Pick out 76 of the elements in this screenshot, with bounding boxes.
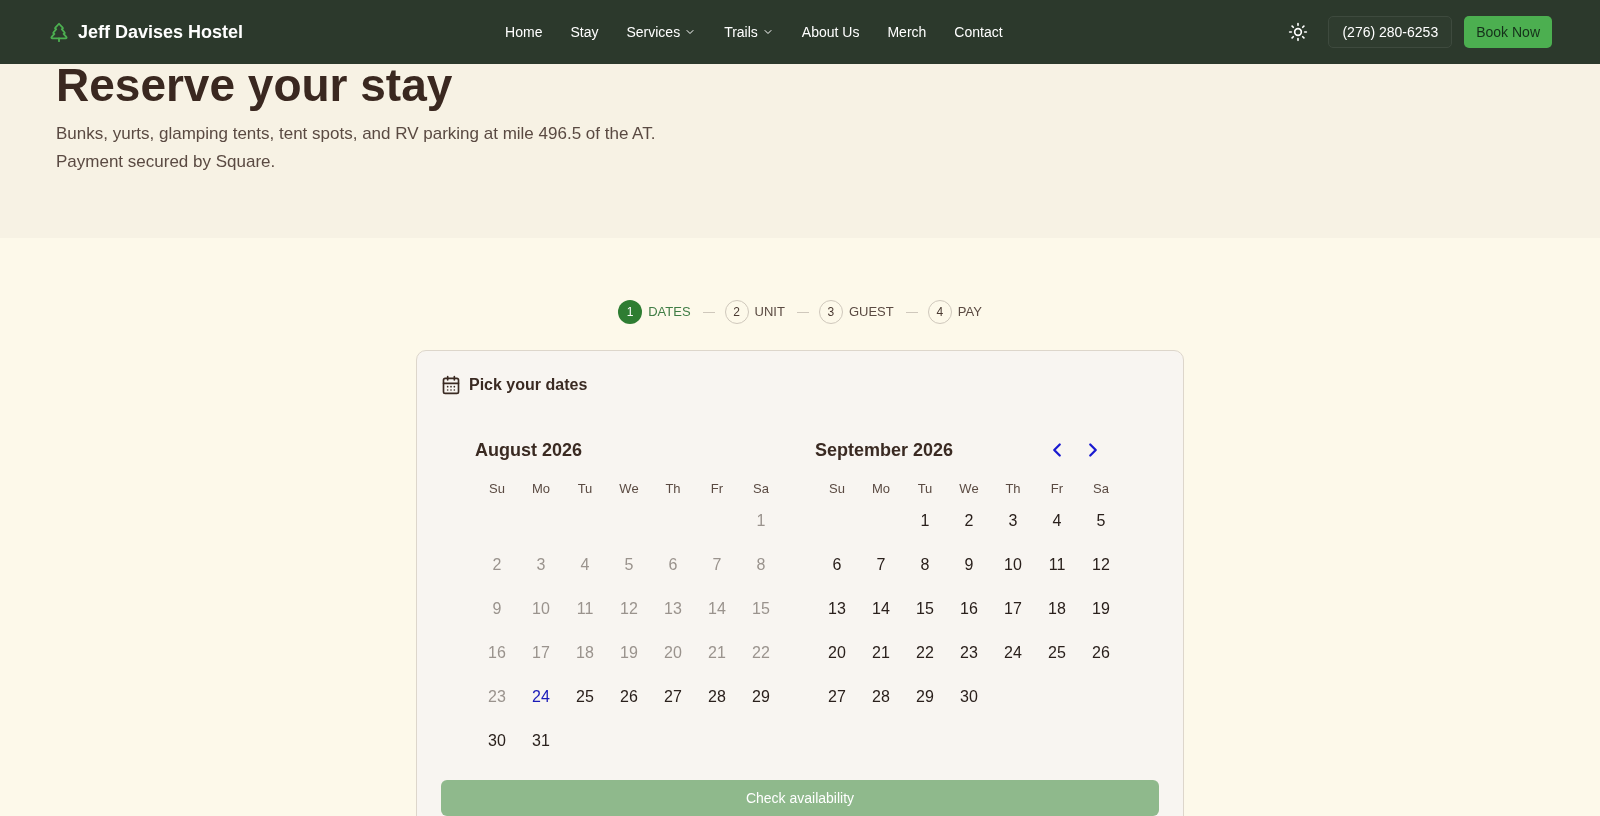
- book-now-button[interactable]: Book Now: [1464, 16, 1552, 48]
- calendar-day[interactable]: 1: [909, 505, 941, 537]
- calendar-day[interactable]: 26: [1085, 637, 1117, 669]
- calendar-day[interactable]: 5: [1085, 505, 1117, 537]
- calendar-day[interactable]: 30: [481, 725, 513, 757]
- calendar-day[interactable]: 26: [613, 681, 645, 713]
- calendar-day[interactable]: 13: [821, 593, 853, 625]
- weekday-label: Fr: [1049, 480, 1065, 498]
- calendar-day[interactable]: 24: [997, 637, 1029, 669]
- calendar-day[interactable]: 16: [953, 593, 985, 625]
- month-title: August 2026: [475, 438, 583, 462]
- weekday-label: Su: [488, 480, 506, 498]
- calendar-day[interactable]: 2: [953, 505, 985, 537]
- calendar-day[interactable]: 11: [1041, 549, 1073, 581]
- nav-link[interactable]: Home: [505, 21, 543, 43]
- calendar-day[interactable]: 3: [997, 505, 1029, 537]
- weekday-label: Th: [1004, 480, 1022, 498]
- brand-name[interactable]: Jeff Davises Hostel: [78, 18, 244, 46]
- month-title: September 2026: [815, 438, 954, 462]
- hero-subtitle: Bunks, yurts, glamping tents, tent spots, and RV parking at mile 496.5 of the AT.: [56, 123, 657, 145]
- step-label: DATES: [648, 303, 691, 322]
- calendar-day[interactable]: 24: [525, 681, 557, 713]
- calendar-day[interactable]: 21: [865, 637, 897, 669]
- step-label: UNIT: [754, 303, 785, 322]
- calendar-day[interactable]: 15: [909, 593, 941, 625]
- calendar-day[interactable]: 4: [1041, 505, 1073, 537]
- calendar-day[interactable]: 20: [821, 637, 853, 669]
- nav-link[interactable]: Stay: [570, 21, 599, 43]
- nav-link[interactable]: About Us: [801, 21, 860, 43]
- step-number: 1: [618, 300, 643, 324]
- card-title: Pick your dates: [469, 375, 588, 395]
- calendar-day[interactable]: 27: [657, 681, 689, 713]
- hero-subtitle: Payment secured by Square.: [56, 151, 277, 173]
- theme-toggle-icon[interactable]: [1288, 22, 1309, 42]
- calendar-day[interactable]: 19: [1085, 593, 1117, 625]
- calendar-day[interactable]: 9: [953, 549, 985, 581]
- phone-button[interactable]: (276) 280-6253: [1328, 16, 1453, 48]
- calendar-day[interactable]: 17: [997, 593, 1029, 625]
- weekday-label: Fr: [709, 480, 725, 498]
- calendar-icon: [441, 375, 461, 395]
- weekday-label: Sa: [1092, 480, 1110, 498]
- nav-link[interactable]: Trails: [724, 21, 774, 43]
- weekday-label: Tu: [916, 480, 934, 498]
- weekday-label: Mo: [870, 480, 892, 498]
- calendar-day[interactable]: 10: [997, 549, 1029, 581]
- weekday-label: Su: [828, 480, 846, 498]
- calendar-day[interactable]: 25: [1041, 637, 1073, 669]
- calendar-day[interactable]: 6: [821, 549, 853, 581]
- calendar-day[interactable]: 29: [909, 681, 941, 713]
- calendar-day[interactable]: 30: [953, 681, 985, 713]
- calendar-day[interactable]: 7: [865, 549, 897, 581]
- calendar-day[interactable]: 18: [1041, 593, 1073, 625]
- calendar-day[interactable]: 12: [1085, 549, 1117, 581]
- weekday-label: Tu: [576, 480, 594, 498]
- tree-icon: [48, 21, 70, 43]
- weekday-label: Mo: [530, 480, 552, 498]
- calendar-day[interactable]: 31: [525, 725, 557, 757]
- nav-link[interactable]: Services: [626, 21, 697, 43]
- weekday-label: We: [618, 480, 640, 498]
- weekday-label: We: [958, 480, 980, 498]
- calendar-day[interactable]: 23: [953, 637, 985, 669]
- weekday-label: Sa: [752, 480, 770, 498]
- calendar-day[interactable]: 28: [701, 681, 733, 713]
- nav-link[interactable]: Contact: [954, 21, 1003, 43]
- calendar-day[interactable]: 14: [865, 593, 897, 625]
- calendar-day[interactable]: 8: [909, 549, 941, 581]
- calendar-day[interactable]: 27: [821, 681, 853, 713]
- calendar-day[interactable]: 29: [745, 681, 777, 713]
- nav-link[interactable]: Merch: [887, 21, 927, 43]
- calendar-day[interactable]: 22: [909, 637, 941, 669]
- calendar-day[interactable]: 28: [865, 681, 897, 713]
- step-label: GUEST: [848, 303, 894, 322]
- step-label: PAY: [957, 303, 982, 322]
- weekday-label: Th: [664, 480, 682, 498]
- page-title: Reserve your stay: [56, 60, 454, 110]
- calendar-day[interactable]: 25: [569, 681, 601, 713]
